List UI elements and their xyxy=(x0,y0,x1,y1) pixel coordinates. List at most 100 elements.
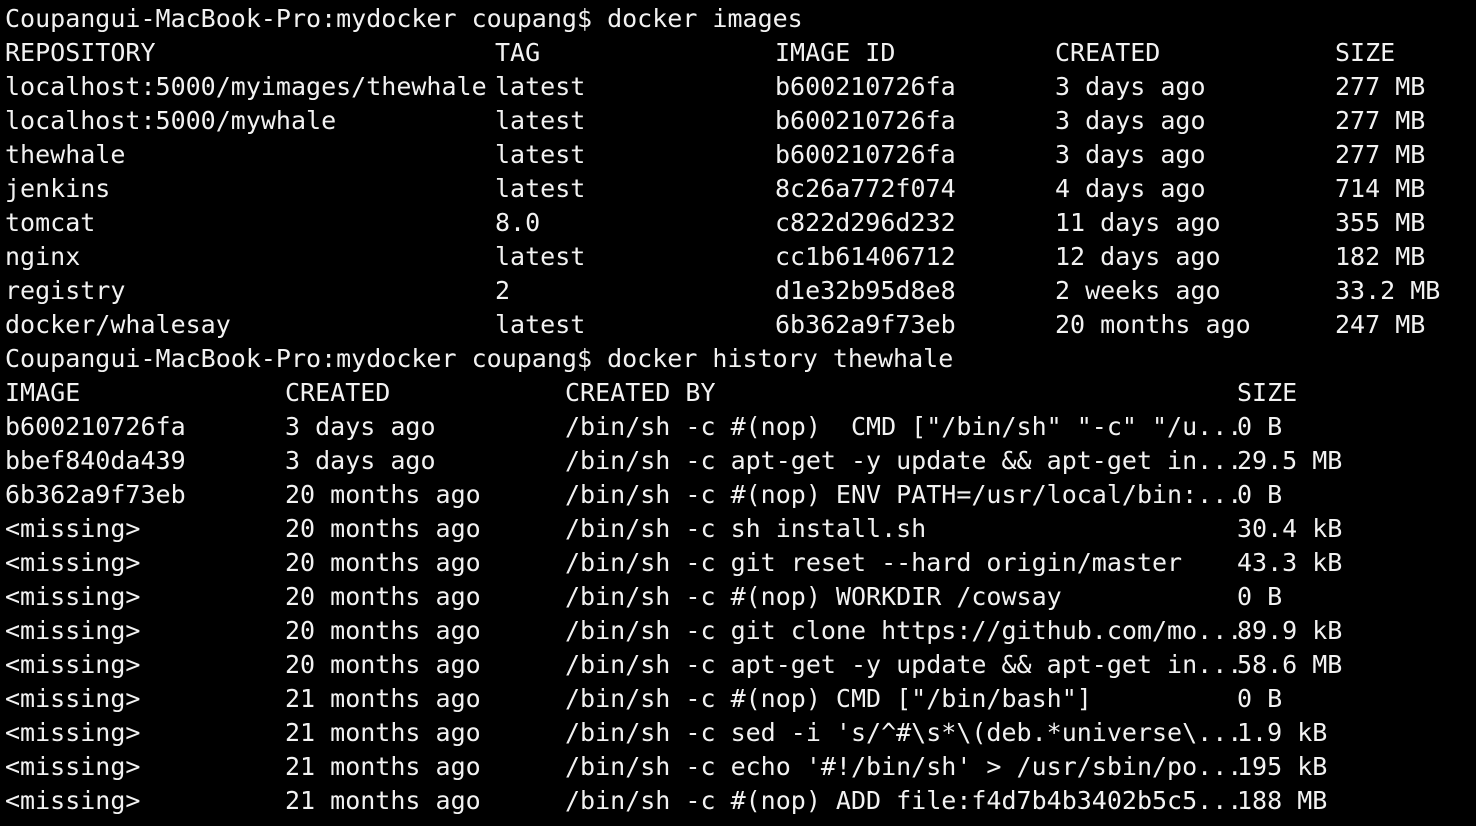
image-id-cell: 8c26a772f074 xyxy=(775,174,956,203)
size-cell: 0 B xyxy=(1237,412,1283,441)
images-row: nginx latest cc1b61406712 12 days ago 18… xyxy=(5,240,1476,274)
header-size: SIZE xyxy=(1237,378,1298,407)
header-tag: TAG xyxy=(495,38,541,67)
images-row: docker/whalesay latest 6b362a9f73eb 20 m… xyxy=(5,308,1476,342)
shell-prompt: Coupangui-MacBook-Pro:mydocker coupang$ xyxy=(5,4,592,33)
header-image: IMAGE xyxy=(5,378,81,407)
created-cell: 3 days ago xyxy=(285,446,436,475)
size-cell: 0 B xyxy=(1237,582,1283,611)
image-cell: b600210726fa xyxy=(5,412,186,441)
tag-cell: latest xyxy=(495,72,586,101)
created-cell: 21 months ago xyxy=(285,684,481,713)
history-row: <missing> 21 months ago /bin/sh -c #(nop… xyxy=(5,784,1476,818)
created-by-cell: /bin/sh -c echo '#!/bin/sh' > /usr/sbin/… xyxy=(565,752,1243,781)
created-by-cell: /bin/sh -c apt-get -y update && apt-get … xyxy=(565,446,1243,475)
created-by-cell: /bin/sh -c apt-get -y update && apt-get … xyxy=(565,650,1243,679)
image-cell: bbef840da439 xyxy=(5,446,186,475)
image-cell: <missing> xyxy=(5,548,141,577)
history-row: <missing> 20 months ago /bin/sh -c git c… xyxy=(5,614,1476,648)
history-row: <missing> 20 months ago /bin/sh -c git r… xyxy=(5,546,1476,580)
created-by-cell: /bin/sh -c sh install.sh xyxy=(565,514,927,543)
history-table-header: IMAGE CREATED CREATED BY SIZE xyxy=(5,376,1476,410)
image-cell: <missing> xyxy=(5,786,141,815)
created-cell: 3 days ago xyxy=(1055,72,1206,101)
created-cell: 20 months ago xyxy=(285,650,481,679)
header-repository: REPOSITORY xyxy=(5,38,156,67)
created-by-cell: /bin/sh -c git reset --hard origin/maste… xyxy=(565,548,1183,577)
size-cell: 277 MB xyxy=(1335,140,1426,169)
repository-cell: nginx xyxy=(5,242,81,271)
size-cell: 30.4 kB xyxy=(1237,514,1343,543)
size-cell: 89.9 kB xyxy=(1237,616,1343,645)
repository-cell: localhost:5000/mywhale xyxy=(5,106,337,135)
history-row: <missing> 21 months ago /bin/sh -c sed -… xyxy=(5,716,1476,750)
history-row: <missing> 20 months ago /bin/sh -c #(nop… xyxy=(5,580,1476,614)
image-id-cell: cc1b61406712 xyxy=(775,242,956,271)
image-cell: <missing> xyxy=(5,650,141,679)
created-cell: 12 days ago xyxy=(1055,242,1221,271)
images-row: localhost:5000/myimages/thewhale latest … xyxy=(5,70,1476,104)
image-id-cell: b600210726fa xyxy=(775,106,956,135)
size-cell: 43.3 kB xyxy=(1237,548,1343,577)
created-cell: 20 months ago xyxy=(285,582,481,611)
created-cell: 3 days ago xyxy=(285,412,436,441)
tag-cell: latest xyxy=(495,140,586,169)
tag-cell: 2 xyxy=(495,276,511,305)
header-created-by: CREATED BY xyxy=(565,378,716,407)
images-row: jenkins latest 8c26a772f074 4 days ago 7… xyxy=(5,172,1476,206)
tag-cell: latest xyxy=(495,310,586,339)
history-row: <missing> 20 months ago /bin/sh -c sh in… xyxy=(5,512,1476,546)
image-cell: <missing> xyxy=(5,684,141,713)
created-cell: 20 months ago xyxy=(285,616,481,645)
created-cell: 3 days ago xyxy=(1055,106,1206,135)
created-by-cell: /bin/sh -c #(nop) WORKDIR /cowsay xyxy=(565,582,1062,611)
image-cell: <missing> xyxy=(5,752,141,781)
size-cell: 714 MB xyxy=(1335,174,1426,203)
size-cell: 1.9 kB xyxy=(1237,718,1328,747)
image-id-cell: d1e32b95d8e8 xyxy=(775,276,956,305)
images-row: thewhale latest b600210726fa 3 days ago … xyxy=(5,138,1476,172)
size-cell: 0 B xyxy=(1237,684,1283,713)
history-row: 6b362a9f73eb 20 months ago /bin/sh -c #(… xyxy=(5,478,1476,512)
repository-cell: registry xyxy=(5,276,126,305)
images-row: localhost:5000/mywhale latest b600210726… xyxy=(5,104,1476,138)
created-cell: 20 months ago xyxy=(285,514,481,543)
images-table-header: REPOSITORY TAG IMAGE ID CREATED SIZE xyxy=(5,36,1476,70)
size-cell: 277 MB xyxy=(1335,106,1426,135)
image-cell: 6b362a9f73eb xyxy=(5,480,186,509)
created-by-cell: /bin/sh -c sed -i 's/^#\s*\(deb.*univers… xyxy=(565,718,1243,747)
size-cell: 355 MB xyxy=(1335,208,1426,237)
created-cell: 21 months ago xyxy=(285,718,481,747)
created-cell: 11 days ago xyxy=(1055,208,1221,237)
size-cell: 182 MB xyxy=(1335,242,1426,271)
repository-cell: jenkins xyxy=(5,174,111,203)
created-cell: 4 days ago xyxy=(1055,174,1206,203)
size-cell: 0 B xyxy=(1237,480,1283,509)
images-row: tomcat 8.0 c822d296d232 11 days ago 355 … xyxy=(5,206,1476,240)
size-cell: 195 kB xyxy=(1237,752,1328,781)
command-line-docker-images: Coupangui-MacBook-Pro:mydocker coupang$ … xyxy=(5,2,1476,36)
repository-cell: tomcat xyxy=(5,208,96,237)
history-row: bbef840da439 3 days ago /bin/sh -c apt-g… xyxy=(5,444,1476,478)
tag-cell: latest xyxy=(495,242,586,271)
header-image-id: IMAGE ID xyxy=(775,38,896,67)
tag-cell: latest xyxy=(495,174,586,203)
created-cell: 3 days ago xyxy=(1055,140,1206,169)
tag-cell: 8.0 xyxy=(495,208,541,237)
command-text: docker history thewhale xyxy=(607,344,954,373)
images-row: registry 2 d1e32b95d8e8 2 weeks ago 33.2… xyxy=(5,274,1476,308)
image-cell: <missing> xyxy=(5,582,141,611)
history-row: b600210726fa 3 days ago /bin/sh -c #(nop… xyxy=(5,410,1476,444)
terminal-window[interactable]: Coupangui-MacBook-Pro:mydocker coupang$ … xyxy=(0,0,1476,826)
image-id-cell: b600210726fa xyxy=(775,140,956,169)
repository-cell: thewhale xyxy=(5,140,126,169)
image-id-cell: 6b362a9f73eb xyxy=(775,310,956,339)
created-by-cell: /bin/sh -c #(nop) ADD file:f4d7b4b3402b5… xyxy=(565,786,1243,815)
size-cell: 33.2 MB xyxy=(1335,276,1441,305)
command-line-docker-history: Coupangui-MacBook-Pro:mydocker coupang$ … xyxy=(5,342,1476,376)
image-cell: <missing> xyxy=(5,616,141,645)
history-row: <missing> 20 months ago /bin/sh -c apt-g… xyxy=(5,648,1476,682)
size-cell: 277 MB xyxy=(1335,72,1426,101)
history-row: <missing> 21 months ago /bin/sh -c #(nop… xyxy=(5,682,1476,716)
repository-cell: docker/whalesay xyxy=(5,310,231,339)
